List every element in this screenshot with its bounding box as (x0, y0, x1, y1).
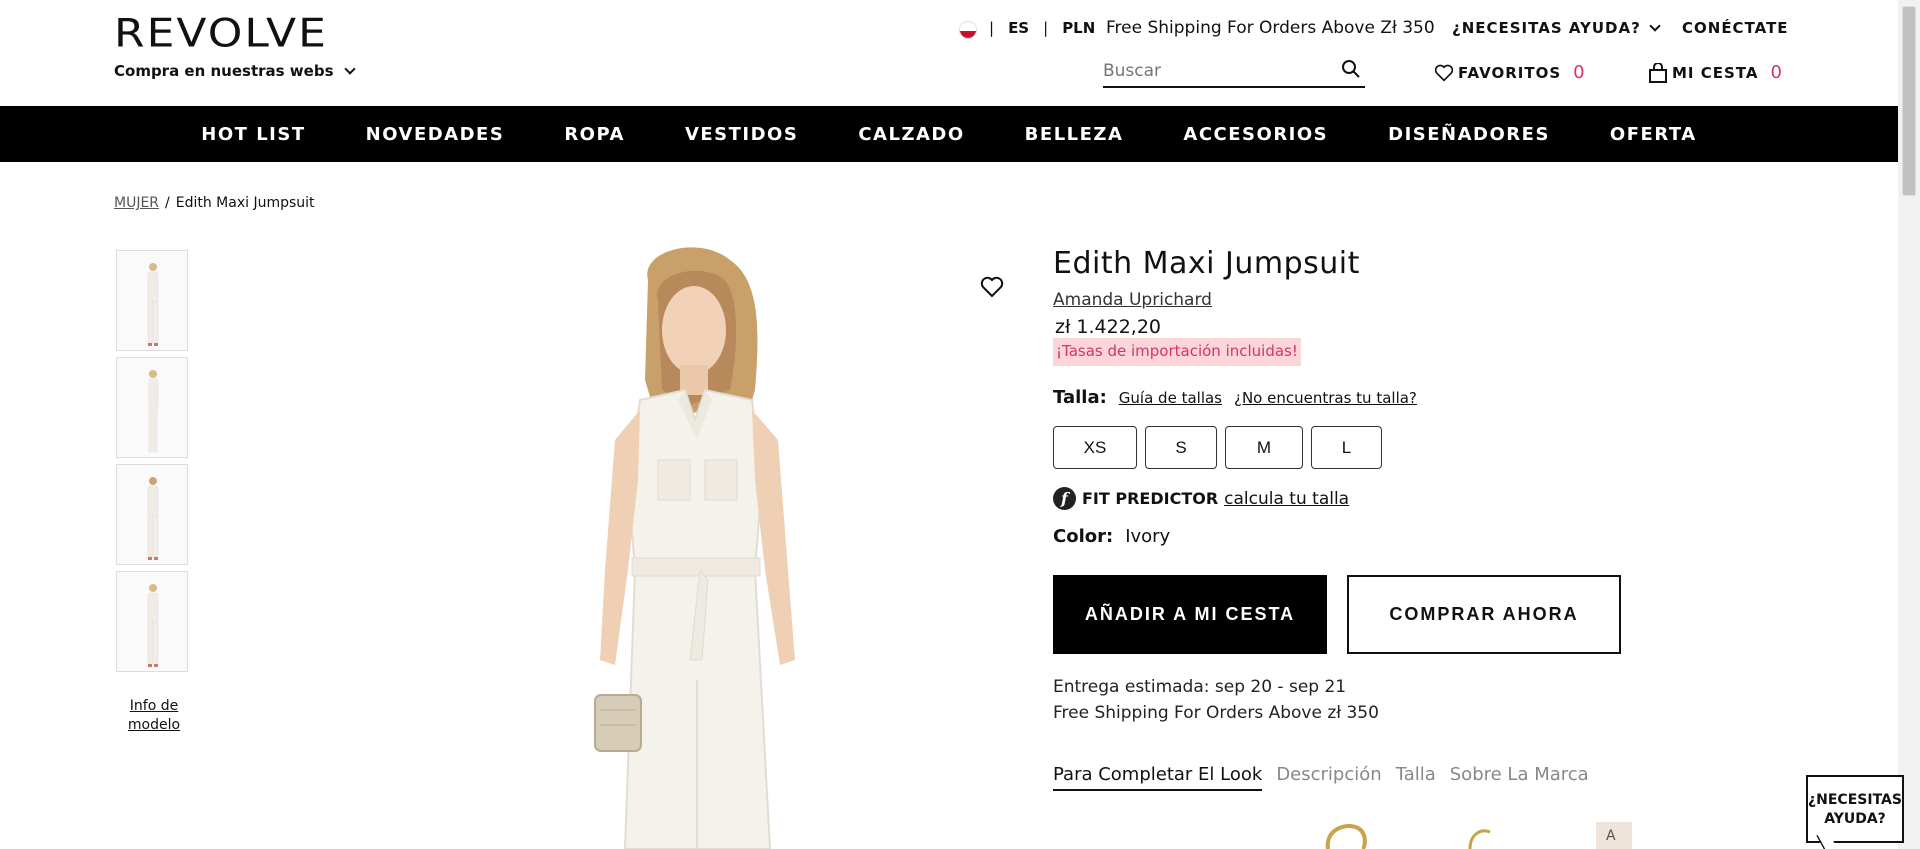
breadcrumb-current: Edith Maxi Jumpsuit (175, 195, 315, 211)
fit-predictor-label: FIT PREDICTOR (1082, 489, 1219, 508)
locale-separator: | (989, 19, 995, 37)
model-info-link[interactable]: Info de modelo (116, 697, 192, 735)
brand-link[interactable]: Amanda Uprichard (1053, 290, 1212, 310)
nav-item-belleza[interactable]: BELLEZA (995, 124, 1154, 145)
help-label: ¿NECESITAS AYUDA? (1452, 19, 1641, 37)
login-link[interactable]: CONÉCTATE (1682, 19, 1789, 37)
nav-item-novedades[interactable]: NOVEDADES (336, 124, 535, 145)
nav-item-calzado[interactable]: CALZADO (828, 124, 994, 145)
tab-size[interactable]: Talla (1396, 764, 1436, 791)
thumbnail-image[interactable] (116, 250, 188, 351)
tab-complete-the-look[interactable]: Para Completar El Look (1053, 764, 1263, 791)
delivery-estimate: Entrega estimada: sep 20 - sep 21 (1053, 677, 1347, 697)
shipping-notice: Free Shipping For Orders Above Zł 350 (1106, 18, 1435, 38)
size-option-s[interactable]: S (1145, 426, 1217, 469)
favorites-link[interactable]: FAVORITOS 0 (1434, 62, 1586, 83)
product-tabs: Para Completar El Look Descripción Talla… (1053, 764, 1589, 791)
duties-included-badge: ¡Tasas de importación incluidas! (1053, 338, 1301, 366)
color-info: Color: Ivory (1053, 526, 1170, 547)
scrollbar-thumb[interactable] (1902, 6, 1916, 196)
size-header: Talla: Guía de tallas ¿No encuentras tu … (1053, 387, 1417, 408)
fit-predictor-link[interactable]: calcula tu talla (1224, 489, 1349, 509)
tab-description[interactable]: Descripción (1276, 764, 1381, 791)
language-code: ES (1008, 19, 1030, 37)
product-title: Edith Maxi Jumpsuit (1053, 246, 1360, 281)
nav-item-vestidos[interactable]: VESTIDOS (655, 124, 828, 145)
size-label: Talla: (1053, 387, 1107, 408)
size-options: XS S M L (1053, 426, 1382, 469)
nav-item-disenadores[interactable]: DISEÑADORES (1358, 124, 1580, 145)
breadcrumb: MUJER / Edith Maxi Jumpsuit (114, 195, 315, 211)
buy-now-button[interactable]: COMPRAR AHORA (1347, 575, 1621, 654)
fit-predictor-icon: f (1053, 487, 1076, 510)
favorites-label: FAVORITOS (1458, 63, 1562, 82)
locale-selector[interactable]: | ES | PLN (989, 19, 1095, 37)
chevron-down-icon (1649, 19, 1661, 32)
size-option-m[interactable]: M (1225, 426, 1303, 469)
delivery-info: Entrega estimada: sep 20 - sep 21 Free S… (1053, 674, 1379, 726)
thumbnail-image[interactable] (116, 464, 188, 565)
size-missing-link[interactable]: ¿No encuentras tu talla? (1234, 389, 1417, 407)
shop-sites-label: Compra en nuestras webs (114, 62, 334, 80)
product-price: zł 1.422,20 (1055, 316, 1162, 338)
tab-about-brand[interactable]: Sobre La Marca (1450, 764, 1589, 791)
shopping-bag-icon (1649, 62, 1667, 83)
search-icon[interactable] (1341, 59, 1361, 79)
thumbnail-list (116, 250, 188, 672)
nav-item-oferta[interactable]: OFERTA (1580, 124, 1727, 145)
shop-sites-dropdown[interactable]: Compra en nuestras webs (114, 62, 356, 80)
thumbnail-image[interactable] (116, 571, 188, 672)
size-guide-link[interactable]: Guía de tallas (1119, 389, 1222, 407)
add-to-cart-button[interactable]: AÑADIR A MI CESTA (1053, 575, 1327, 654)
nav-item-accesorios[interactable]: ACCESORIOS (1153, 124, 1358, 145)
search-bar (1103, 58, 1365, 88)
size-option-xs[interactable]: XS (1053, 426, 1137, 469)
color-label: Color: (1053, 526, 1114, 547)
product-main-image[interactable] (400, 240, 1020, 849)
delivery-shipping-note: Free Shipping For Orders Above zł 350 (1053, 703, 1379, 723)
color-value: Ivory (1125, 526, 1171, 547)
nav-item-ropa[interactable]: ROPA (534, 124, 655, 145)
cart-label: MI CESTA (1672, 63, 1759, 82)
search-input[interactable] (1103, 58, 1323, 84)
currency-code: PLN (1062, 19, 1096, 37)
cart-count: 0 (1770, 62, 1783, 83)
chevron-down-icon (343, 63, 356, 75)
poland-flag-icon[interactable] (959, 21, 977, 39)
help-menu[interactable]: ¿NECESITAS AYUDA? (1452, 19, 1661, 37)
nav-item-hot-list[interactable]: HOT LIST (171, 124, 335, 145)
svg-text:A: A (1606, 828, 1616, 844)
add-to-favorites-heart-icon[interactable] (980, 275, 1004, 299)
main-nav: HOT LIST NOVEDADES ROPA VESTIDOS CALZADO… (0, 106, 1898, 162)
complete-the-look-products[interactable]: A (1300, 820, 1660, 849)
page-scrollbar[interactable] (1898, 0, 1920, 849)
fit-predictor: f FIT PREDICTOR calcula tu talla (1053, 487, 1349, 510)
revolve-logo[interactable]: REVOLVE (114, 11, 328, 57)
size-option-l[interactable]: L (1311, 426, 1382, 469)
breadcrumb-separator: / (165, 195, 170, 211)
heart-icon (1434, 64, 1454, 82)
help-chat-bubble[interactable]: ¿NECESITAS AYUDA? (1806, 775, 1904, 843)
locale-separator: | (1043, 19, 1049, 37)
favorites-count: 0 (1573, 62, 1586, 83)
thumbnail-image[interactable] (116, 357, 188, 458)
breadcrumb-mujer[interactable]: MUJER (114, 195, 159, 211)
cart-link[interactable]: MI CESTA 0 (1648, 62, 1783, 83)
